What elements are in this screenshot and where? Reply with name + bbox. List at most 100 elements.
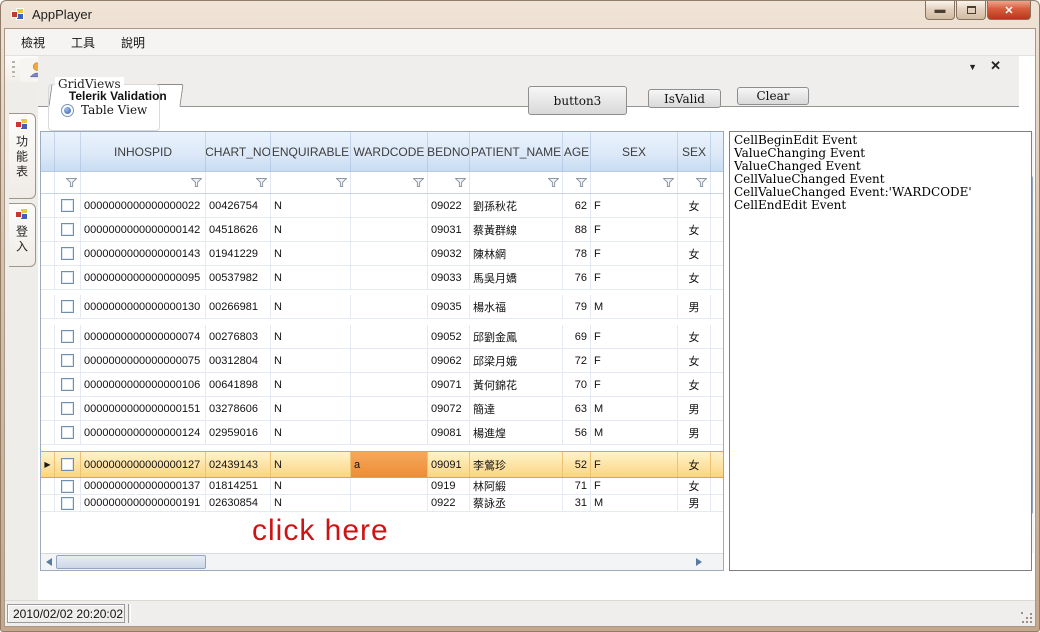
cell-bedno[interactable]: 09032 <box>428 242 470 265</box>
cell-inhospid[interactable]: 0000000000000000095 <box>81 266 206 289</box>
table-row[interactable]: 0000000000000000191 02630854 N 0922 蔡詠丞 31 M 男 <box>41 495 723 512</box>
cell-sex2[interactable]: 男 <box>678 495 711 511</box>
cell-patient_name[interactable]: 蔡黃群線 <box>470 218 563 241</box>
table-row[interactable]: 0000000000000000142 04518626 N 09031 蔡黃群線 88 F… <box>41 218 723 242</box>
cell-sex2[interactable]: 女 <box>678 194 711 217</box>
cell-age[interactable]: 69 <box>563 325 591 348</box>
filter-cell[interactable] <box>678 172 711 193</box>
menu-item-tools[interactable]: 工具 <box>61 30 105 55</box>
filter-funnel-icon[interactable] <box>455 178 466 187</box>
cell-sex[interactable]: F <box>591 242 678 265</box>
cell-bedno[interactable]: 09071 <box>428 373 470 396</box>
cell-sex2[interactable]: 女 <box>678 349 711 372</box>
cell-bedno[interactable]: 09062 <box>428 349 470 372</box>
table-row[interactable]: 0000000000000000106 00641898 N 09071 黃何錦花 70 F… <box>41 373 723 397</box>
column-header-INHOSPID[interactable]: INHOSPID <box>81 132 206 171</box>
cell-sex2[interactable]: 女 <box>678 242 711 265</box>
cell-chart_no[interactable]: 00537982 <box>206 266 271 289</box>
table-row[interactable]: 0000000000000000137 01814251 N 0919 林阿緞 71 F 女 <box>41 478 723 495</box>
cell-age[interactable]: 63 <box>563 397 591 420</box>
cell-chart_no[interactable]: 02439143 <box>206 452 271 477</box>
horizontal-scroll-thumb[interactable] <box>56 555 206 569</box>
cell-chart_no[interactable]: 02630854 <box>206 495 271 511</box>
cell-bedno[interactable]: 0919 <box>428 478 470 494</box>
cell-sex[interactable]: F <box>591 218 678 241</box>
row-checkbox[interactable] <box>61 479 74 493</box>
column-header-WARDCODE[interactable]: WARDCODE <box>351 132 428 171</box>
table-row[interactable]: 0000000000000000130 00266981 N 09035 楊水福 79 M 男 <box>41 295 723 319</box>
filter-funnel-icon[interactable] <box>413 178 424 187</box>
cell-bedno[interactable]: 09072 <box>428 397 470 420</box>
cell-bedno[interactable]: 09033 <box>428 266 470 289</box>
cell-age[interactable]: 72 <box>563 349 591 372</box>
cell-enquirable[interactable]: N <box>271 373 351 396</box>
cell-inhospid[interactable]: 0000000000000000130 <box>81 295 206 318</box>
row-checkbox[interactable] <box>61 271 74 284</box>
cell-enquirable[interactable]: N <box>271 218 351 241</box>
table-row[interactable]: 0000000000000000095 00537982 N 09033 馬吳月嬌 76 F… <box>41 266 723 290</box>
filter-cell[interactable] <box>428 172 470 193</box>
cell-age[interactable]: 88 <box>563 218 591 241</box>
cell-age[interactable]: 52 <box>563 452 591 477</box>
cell-bedno[interactable]: 09035 <box>428 295 470 318</box>
table-row[interactable]: ▶ 0000000000000000127 02439143 Na 09091 李鶯珍 52… <box>41 451 723 478</box>
cell-patient_name[interactable]: 蔡詠丞 <box>470 495 563 511</box>
button3-button[interactable]: button3 <box>528 86 627 115</box>
cell-sex[interactable]: F <box>591 349 678 372</box>
cell-chart_no[interactable]: 01941229 <box>206 242 271 265</box>
cell-wardcode[interactable] <box>351 218 428 241</box>
cell-inhospid[interactable]: 0000000000000000143 <box>81 242 206 265</box>
cell-bedno[interactable]: 09052 <box>428 325 470 348</box>
cell-sex[interactable]: F <box>591 478 678 494</box>
filter-funnel-icon[interactable] <box>66 178 77 187</box>
cell-wardcode[interactable] <box>351 349 428 372</box>
filter-cell[interactable] <box>271 172 351 193</box>
cell-enquirable[interactable]: N <box>271 495 351 511</box>
cell-sex2[interactable]: 男 <box>678 397 711 420</box>
cell-chart_no[interactable]: 04518626 <box>206 218 271 241</box>
cell-wardcode[interactable] <box>351 242 428 265</box>
cell-age[interactable]: 71 <box>563 478 591 494</box>
cell-age[interactable]: 56 <box>563 421 591 444</box>
cell-wardcode[interactable] <box>351 478 428 494</box>
cell-age[interactable]: 62 <box>563 194 591 217</box>
table-row[interactable]: 0000000000000000022 00426754 N 09022 劉孫秋花 62 F… <box>41 194 723 218</box>
cell-chart_no[interactable]: 01814251 <box>206 478 271 494</box>
cell-sex[interactable]: F <box>591 194 678 217</box>
cell-age[interactable]: 31 <box>563 495 591 511</box>
cell-patient_name[interactable]: 李鶯珍 <box>470 452 563 477</box>
horizontal-scrollbar[interactable] <box>41 553 723 570</box>
table-row[interactable]: 0000000000000000151 03278606 N 09072 簡達 63 M 男 <box>41 397 723 421</box>
cell-patient_name[interactable]: 簡達 <box>470 397 563 420</box>
cell-enquirable[interactable]: N <box>271 266 351 289</box>
cell-inhospid[interactable]: 0000000000000000074 <box>81 325 206 348</box>
row-checkbox[interactable] <box>61 223 74 236</box>
cell-inhospid[interactable]: 0000000000000000075 <box>81 349 206 372</box>
filter-funnel-icon[interactable] <box>663 178 674 187</box>
cell-wardcode[interactable] <box>351 373 428 396</box>
cell-age[interactable]: 79 <box>563 295 591 318</box>
table-row[interactable]: 0000000000000000074 00276803 N 09052 邱劉金鳳 69 F… <box>41 325 723 349</box>
cell-sex[interactable]: F <box>591 373 678 396</box>
cell-sex2[interactable]: 女 <box>678 325 711 348</box>
cell-wardcode[interactable]: a <box>351 452 428 477</box>
column-header-SEX[interactable]: SEX <box>591 132 678 171</box>
cell-bedno[interactable]: 09091 <box>428 452 470 477</box>
row-checkbox[interactable] <box>61 426 74 439</box>
cell-sex2[interactable]: 女 <box>678 452 711 477</box>
cell-enquirable[interactable]: N <box>271 325 351 348</box>
cell-enquirable[interactable]: N <box>271 421 351 444</box>
cell-sex[interactable]: F <box>591 325 678 348</box>
filter-cell[interactable] <box>81 172 206 193</box>
cell-sex2[interactable]: 女 <box>678 218 711 241</box>
row-checkbox[interactable] <box>61 330 74 343</box>
filter-funnel-icon[interactable] <box>576 178 587 187</box>
cell-enquirable[interactable]: N <box>271 478 351 494</box>
menu-item-help[interactable]: 說明 <box>111 30 155 55</box>
cell-age[interactable]: 76 <box>563 266 591 289</box>
cell-sex[interactable]: M <box>591 495 678 511</box>
column-header-AGE[interactable]: AGE <box>563 132 591 171</box>
column-header-SEX[interactable]: SEX <box>678 132 711 171</box>
cell-chart_no[interactable]: 00426754 <box>206 194 271 217</box>
table-row[interactable]: 0000000000000000143 01941229 N 09032 陳林網 78 F 女 <box>41 242 723 266</box>
